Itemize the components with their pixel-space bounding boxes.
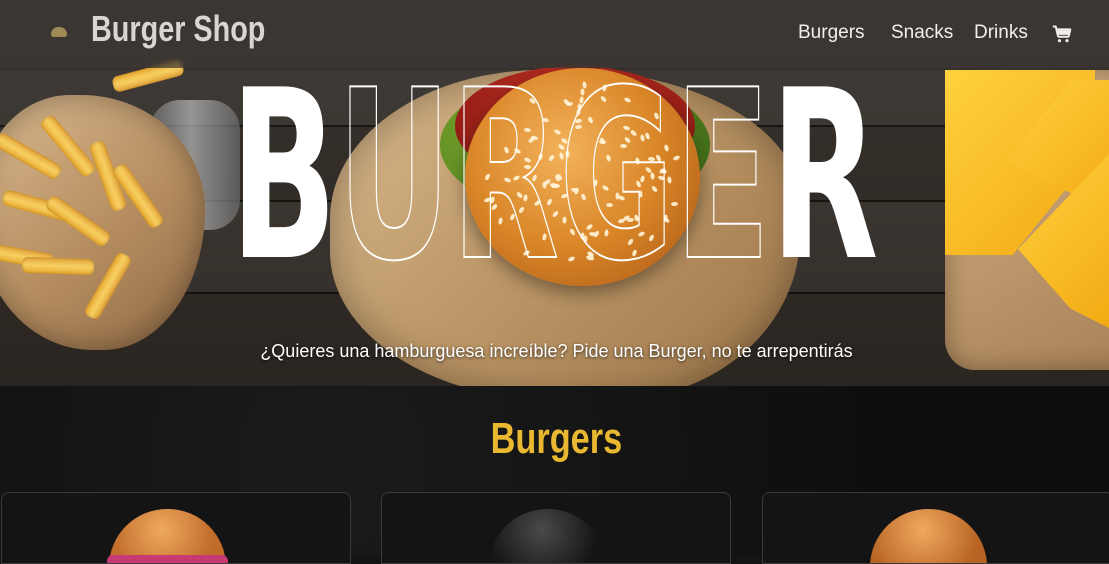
hero-title-letter: R: [451, 41, 560, 313]
cart-icon[interactable]: [1052, 24, 1072, 44]
hero-title-letter: B: [230, 41, 338, 313]
fries-paper-image: [0, 95, 205, 350]
sauce-layer: [107, 555, 228, 563]
burger-with-pink-sauce-image: [107, 509, 228, 563]
hero-title-letter: G: [559, 41, 675, 313]
hero-title-letter: U: [337, 41, 452, 313]
section-title: Burgers: [490, 414, 623, 463]
sesame-bun-burger-image: [870, 509, 987, 563]
nav-link-drinks[interactable]: Drinks: [974, 22, 1028, 44]
black-bun-burger-image: [489, 509, 606, 563]
hero-title-letter: E: [674, 41, 771, 313]
navbar: Burger Shop Burgers Snacks Drinks: [0, 0, 1109, 68]
burger-logo-icon: [51, 27, 67, 37]
brand-title[interactable]: Burger Shop: [91, 8, 265, 50]
nav-link-snacks[interactable]: Snacks: [891, 22, 953, 44]
burgers-section: Burgers: [0, 386, 1109, 564]
hero-title-letter: R: [770, 41, 879, 313]
product-card[interactable]: [762, 492, 1109, 564]
nav-link-burgers[interactable]: Burgers: [798, 22, 865, 44]
product-card[interactable]: [1, 492, 351, 564]
product-card[interactable]: [381, 492, 731, 564]
hero-subtitle: ¿Quieres una hamburguesa increíble? Pide…: [260, 341, 853, 361]
hero-title: BURGER: [222, 59, 887, 295]
logo[interactable]: [38, 14, 80, 52]
fry: [21, 256, 95, 276]
